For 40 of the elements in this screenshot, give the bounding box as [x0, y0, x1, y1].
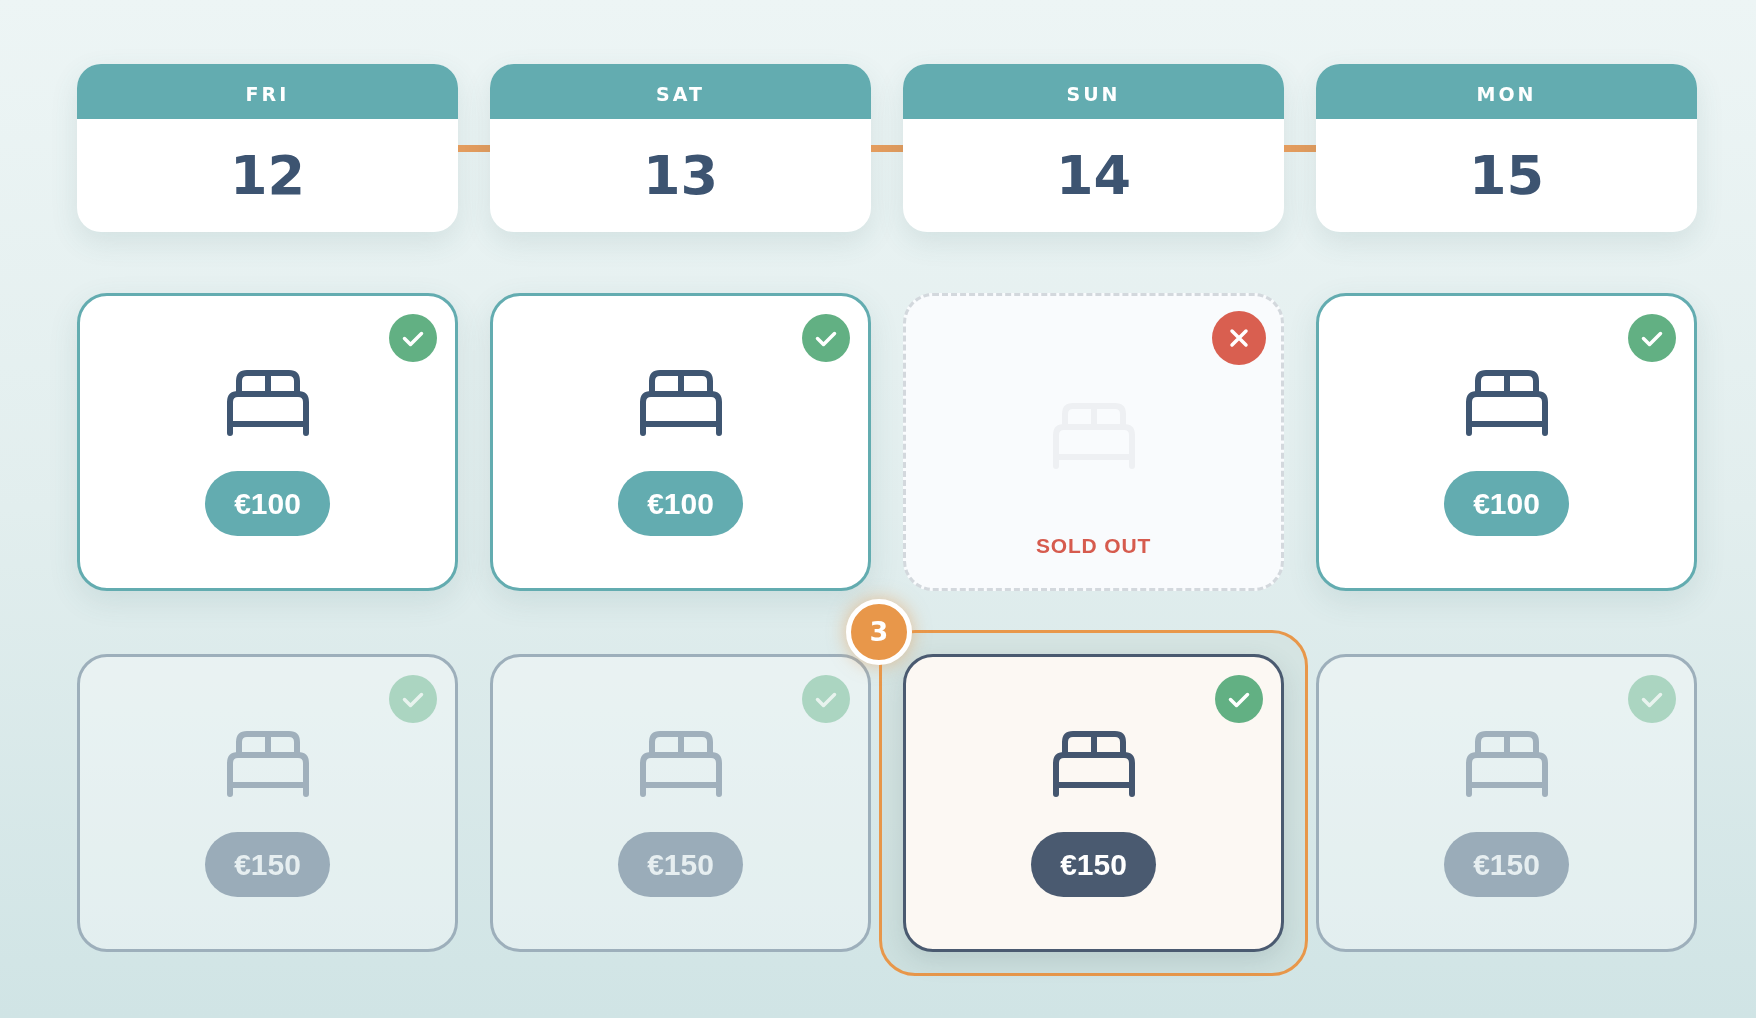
date-number: 14 — [1055, 145, 1132, 206]
weekday-label: SUN — [1066, 82, 1121, 105]
weekday-label: SAT — [656, 82, 705, 105]
check-icon — [1628, 675, 1676, 723]
date-number: 12 — [229, 145, 306, 206]
room-slot-card[interactable]: €150 — [490, 654, 871, 952]
room-slot-card[interactable]: €100 — [77, 293, 458, 591]
price-tag: €150 — [618, 832, 743, 897]
weekday-label: MON — [1476, 82, 1537, 105]
cross-icon — [1212, 311, 1266, 365]
room-slot-card[interactable]: €100 — [490, 293, 871, 591]
room-slot-card[interactable]: €150 — [77, 654, 458, 952]
price-tag: €150 — [205, 832, 330, 897]
price-tag: €100 — [205, 471, 330, 536]
price-tag: €100 — [1444, 471, 1569, 536]
sold-out-label: SOLD OUT — [1035, 534, 1152, 558]
price-tag: €100 — [618, 471, 743, 536]
check-icon — [1628, 314, 1676, 362]
price-tag: €150 — [1444, 832, 1569, 897]
bed-icon — [1464, 369, 1549, 437]
date-number: 15 — [1468, 145, 1545, 206]
check-icon — [1215, 675, 1263, 723]
room-slot-card[interactable]: SOLD OUT — [903, 293, 1284, 591]
bed-icon — [225, 369, 310, 437]
bed-icon — [225, 730, 310, 798]
step-number-badge: 3 — [846, 599, 912, 665]
check-icon — [802, 314, 850, 362]
bed-icon — [1464, 730, 1549, 798]
bed-icon — [638, 730, 723, 798]
room-slot-card[interactable]: €150 — [903, 654, 1284, 952]
price-tag: €150 — [1031, 832, 1156, 897]
bed-icon — [638, 369, 723, 437]
weekday-label: FRI — [245, 82, 290, 105]
room-slot-card[interactable]: €150 — [1316, 654, 1697, 952]
room-slot-card[interactable]: €100 — [1316, 293, 1697, 591]
check-icon — [389, 314, 437, 362]
bed-icon — [1051, 730, 1136, 798]
date-number: 13 — [642, 145, 719, 206]
check-icon — [802, 675, 850, 723]
check-icon — [389, 675, 437, 723]
